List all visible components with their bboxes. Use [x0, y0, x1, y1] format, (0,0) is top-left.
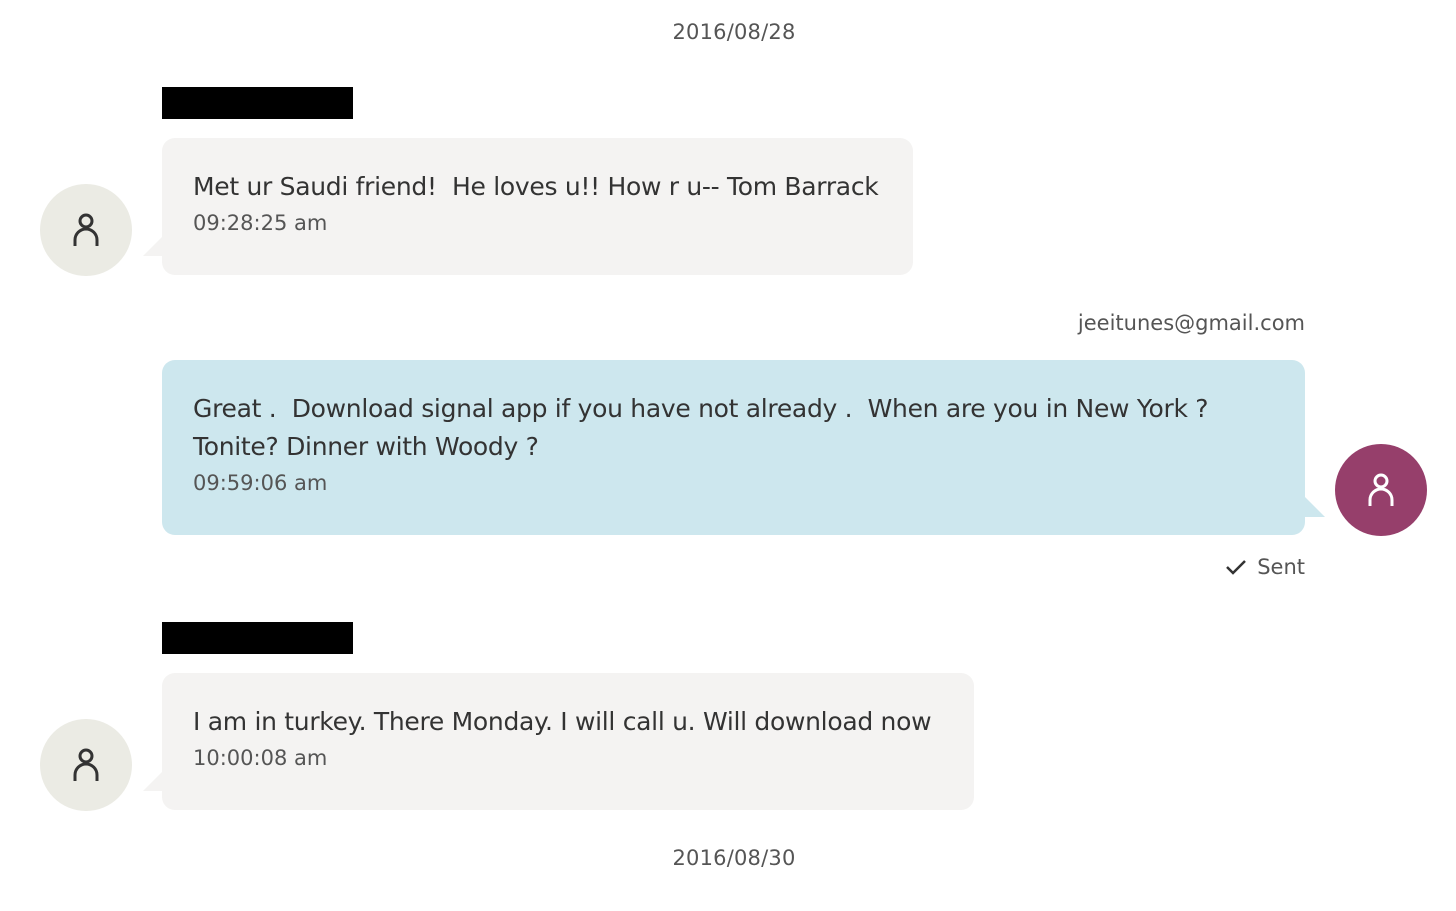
sender-email: jeeitunes@gmail.com: [1077, 311, 1305, 335]
contact-avatar: [40, 719, 132, 811]
person-icon: [1368, 473, 1394, 506]
date-separator: 2016/08/28: [672, 20, 796, 44]
contact-avatar: [40, 184, 132, 276]
message-bubble-incoming[interactable]: Met ur Saudi friend! He loves u!! How r …: [162, 138, 913, 275]
check-icon: [1226, 560, 1247, 575]
message-bubble-outgoing[interactable]: Great . Download signal app if you have …: [162, 360, 1305, 535]
date-separator: 2016/08/30: [672, 846, 796, 870]
person-icon: [73, 213, 99, 246]
redacted-sender-name: [162, 87, 353, 119]
status-label: Sent: [1257, 555, 1305, 579]
user-avatar: [1335, 444, 1427, 536]
message-timestamp: 10:00:08 am: [193, 746, 328, 770]
message-timestamp: 09:59:06 am: [193, 471, 328, 495]
bubble-tail: [1303, 495, 1325, 517]
delivery-status: Sent: [1225, 555, 1305, 579]
message-timestamp: 09:28:25 am: [193, 211, 328, 235]
redacted-sender-name: [162, 622, 353, 654]
person-icon: [73, 748, 99, 781]
message-bubble-incoming[interactable]: I am in turkey. There Monday. I will cal…: [162, 673, 974, 810]
message-text: I am in turkey. There Monday. I will cal…: [193, 707, 932, 736]
message-text: Great . Download signal app if you have …: [193, 394, 1209, 461]
message-text: Met ur Saudi friend! He loves u!! How r …: [193, 172, 879, 201]
